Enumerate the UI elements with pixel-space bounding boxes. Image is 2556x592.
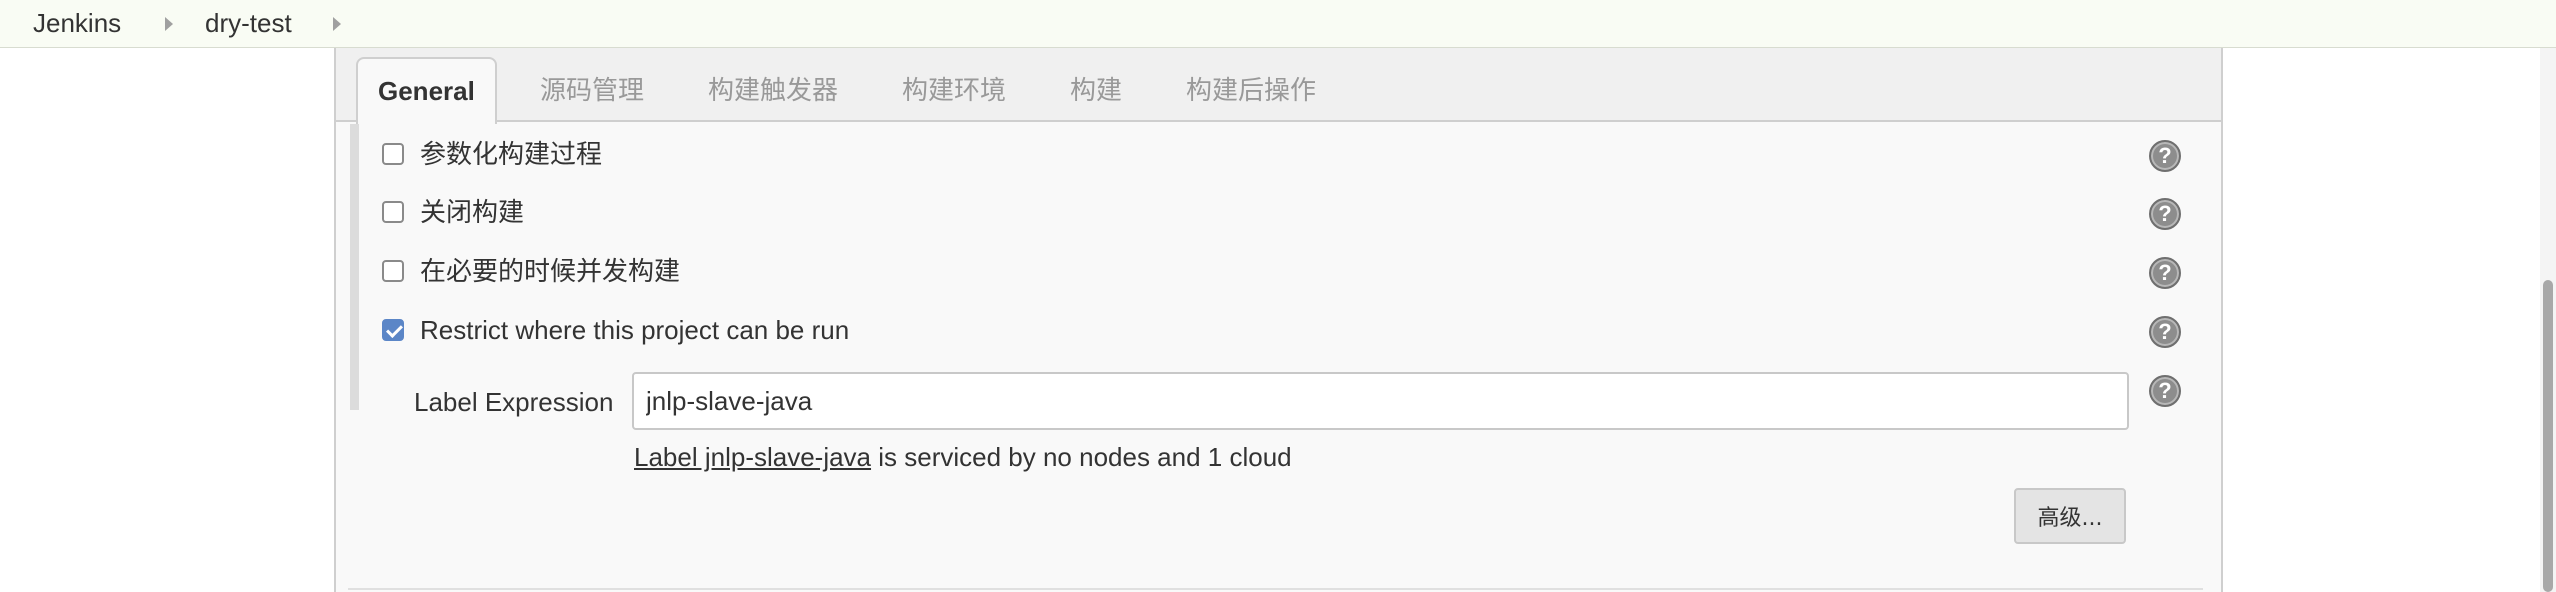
option-label: Restrict where this project can be run [420, 315, 850, 345]
help-icon[interactable]: ? [2149, 375, 2181, 407]
breadcrumb-arrow-icon[interactable] [333, 17, 341, 31]
disable-build-checkbox[interactable] [382, 201, 404, 223]
parameterized-build-checkbox[interactable] [382, 143, 404, 165]
label-status-text: is serviced by no nodes and 1 cloud [871, 442, 1292, 472]
tab-source-code[interactable]: 源码管理 [540, 58, 644, 122]
tab-post-build[interactable]: 构建后操作 [1186, 58, 1316, 122]
config-panel: General 源码管理 构建触发器 构建环境 构建 构建后操作 参数化构建过程… [334, 48, 2223, 592]
tab-general[interactable]: General [356, 57, 497, 124]
page-scrollbar[interactable] [2540, 48, 2556, 592]
breadcrumb: Jenkins dry-test [0, 0, 2556, 48]
restrict-node-checkbox[interactable] [382, 319, 404, 341]
label-status: Label jnlp-slave-java is serviced by no … [634, 439, 1292, 475]
tab-build[interactable]: 构建 [1070, 58, 1122, 122]
option-label: 参数化构建过程 [420, 139, 603, 169]
tab-bar: General 源码管理 构建触发器 构建环境 构建 构建后操作 [336, 48, 2221, 124]
breadcrumb-item-jenkins[interactable]: Jenkins [33, 8, 121, 38]
option-label: 在必要的时候并发构建 [420, 256, 681, 286]
label-expression-label: Label Expression [414, 387, 614, 417]
advanced-button[interactable]: 高级... [2014, 488, 2126, 544]
tab-build-triggers[interactable]: 构建触发器 [708, 58, 838, 122]
help-icon[interactable]: ? [2149, 198, 2181, 230]
section-stripe [350, 124, 359, 410]
tab-build-environment[interactable]: 构建环境 [902, 58, 1006, 122]
help-icon[interactable]: ? [2149, 316, 2181, 348]
help-icon[interactable]: ? [2149, 257, 2181, 289]
label-expression-input[interactable] [632, 372, 2129, 430]
breadcrumb-item-dry-test[interactable]: dry-test [205, 8, 292, 38]
help-icon[interactable]: ? [2149, 140, 2181, 172]
concurrent-build-checkbox[interactable] [382, 260, 404, 282]
label-link[interactable]: Label jnlp-slave-java [634, 442, 871, 472]
option-label: 关闭构建 [420, 197, 525, 227]
breadcrumb-arrow-icon[interactable] [165, 17, 173, 31]
scrollbar-thumb[interactable] [2543, 280, 2553, 592]
divider [348, 588, 2203, 590]
